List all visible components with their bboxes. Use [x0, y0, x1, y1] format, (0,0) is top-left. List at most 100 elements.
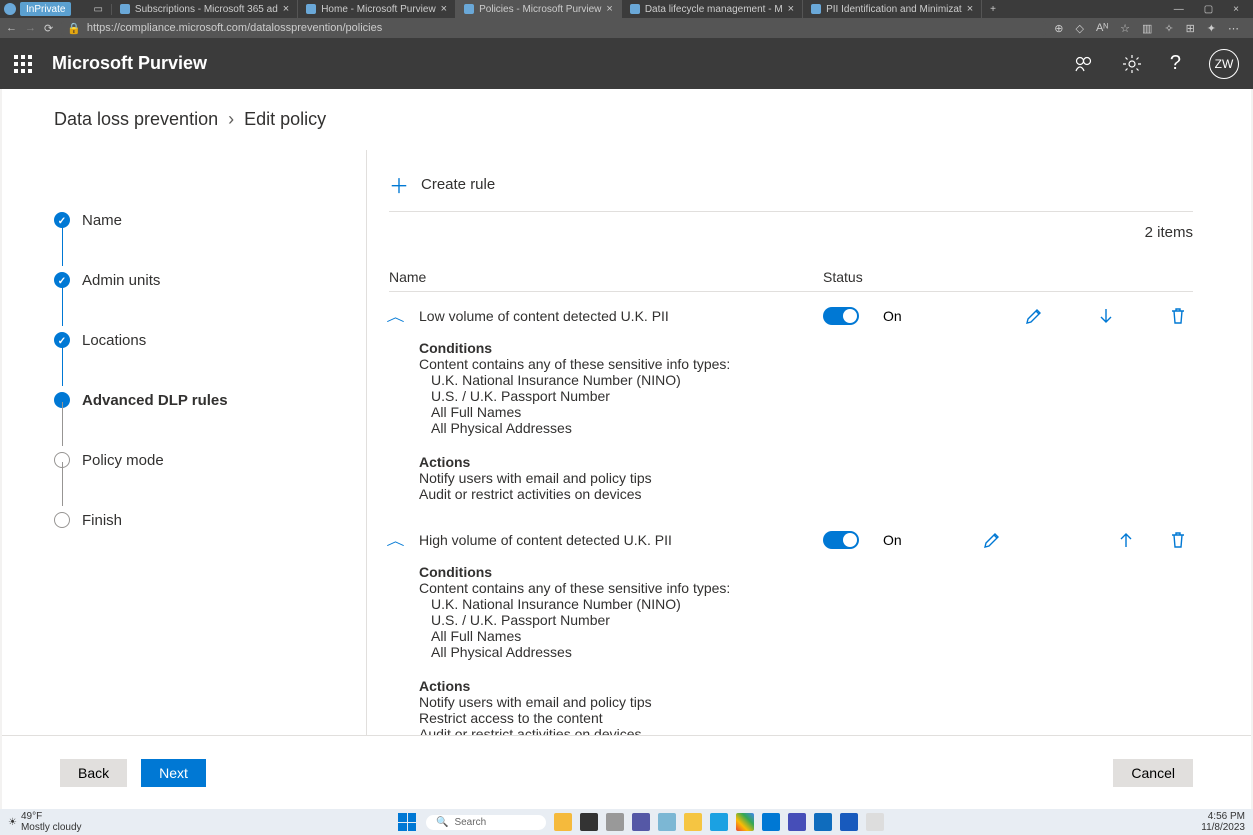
browser-chrome: InPrivate ▭ Subscriptions - Microsoft 36…: [0, 0, 1253, 38]
taskbar-app-icon[interactable]: [554, 813, 572, 831]
status-toggle[interactable]: [823, 307, 859, 325]
step-label: Name: [82, 212, 122, 229]
condition-item: All Full Names: [419, 628, 1193, 644]
cancel-button[interactable]: Cancel: [1113, 759, 1193, 787]
taskbar-search[interactable]: 🔍 Search: [426, 815, 546, 830]
taskbar-app-icon[interactable]: [658, 813, 676, 831]
start-icon[interactable]: [398, 813, 416, 831]
browser-tab-1[interactable]: Home - Microsoft Purview×: [298, 0, 456, 18]
weather-icon: ☀: [8, 817, 17, 828]
taskbar-app-icon[interactable]: [684, 813, 702, 831]
refresh-icon[interactable]: ⟳: [44, 22, 53, 35]
action-item: Restrict access to the content: [419, 710, 1193, 726]
next-button[interactable]: Next: [141, 759, 206, 787]
app-launcher-icon[interactable]: [14, 55, 32, 73]
tab-actions-icon[interactable]: ▭: [85, 4, 111, 15]
edit-icon[interactable]: [983, 531, 1001, 549]
item-count-label: 2 items: [389, 212, 1193, 263]
actions-heading: Actions: [419, 454, 1193, 470]
step-admin-units[interactable]: Admin units: [54, 250, 366, 310]
breadcrumb-root[interactable]: Data loss prevention: [54, 109, 218, 130]
avatar[interactable]: ZW: [1209, 49, 1239, 79]
taskbar-app-icon[interactable]: [814, 813, 832, 831]
settings-icon[interactable]: [1122, 54, 1142, 74]
condition-item: All Physical Addresses: [419, 420, 1193, 436]
rule-name[interactable]: High volume of content detected U.K. PII: [419, 532, 823, 548]
close-icon[interactable]: ×: [441, 3, 447, 15]
taskbar-app-icon[interactable]: [710, 813, 728, 831]
split-icon[interactable]: ▥: [1142, 22, 1152, 35]
column-header-status[interactable]: Status: [823, 269, 983, 285]
taskbar-app-icon[interactable]: [632, 813, 650, 831]
move-up-icon[interactable]: [1117, 531, 1135, 549]
avatar-icon: [4, 3, 16, 15]
windows-taskbar[interactable]: ☀ 49°F Mostly cloudy 🔍 Search 4:56 PM 11…: [0, 809, 1253, 835]
search-icon: 🔍: [436, 817, 448, 828]
browser-tab-2[interactable]: Policies - Microsoft Purview×: [456, 0, 622, 18]
step-name[interactable]: Name: [54, 190, 366, 250]
step-locations[interactable]: Locations: [54, 310, 366, 370]
zoom-icon[interactable]: ⊕: [1054, 22, 1063, 35]
conditions-intro: Content contains any of these sensitive …: [419, 580, 1193, 596]
step-finish[interactable]: Finish: [54, 490, 366, 550]
browser-tab-0[interactable]: Subscriptions - Microsoft 365 ad×: [112, 0, 298, 18]
footer-bar: Back Next Cancel: [2, 735, 1251, 809]
taskbar-app-icon[interactable]: [866, 813, 884, 831]
taskbar-app-icon[interactable]: [606, 813, 624, 831]
close-icon[interactable]: ×: [967, 3, 973, 15]
feedback-icon[interactable]: [1074, 54, 1094, 74]
weather-widget[interactable]: ☀ 49°F Mostly cloudy: [8, 811, 398, 833]
taskbar-app-icon[interactable]: [840, 813, 858, 831]
action-item: Notify users with email and policy tips: [419, 470, 1193, 486]
rule-details: Conditions Content contains any of these…: [389, 550, 1193, 735]
scrollbar[interactable]: [1241, 295, 1251, 735]
taskbar-app-icon[interactable]: [736, 813, 754, 831]
taskbar-app-icon[interactable]: [580, 813, 598, 831]
window-maximize-icon[interactable]: ▢: [1194, 4, 1223, 15]
window-minimize-icon[interactable]: —: [1164, 4, 1194, 15]
conditions-heading: Conditions: [419, 564, 1193, 580]
actions-heading: Actions: [419, 678, 1193, 694]
shopping-icon[interactable]: ◇: [1076, 22, 1084, 35]
step-advanced-dlp-rules[interactable]: Advanced DLP rules: [54, 370, 366, 430]
taskbar-app-icon[interactable]: [788, 813, 806, 831]
favorites-bar-icon[interactable]: ✧: [1164, 22, 1173, 35]
read-aloud-icon[interactable]: Aᴺ: [1096, 22, 1108, 35]
address-input[interactable]: 🔒 https://compliance.microsoft.com/datal…: [61, 21, 1046, 36]
status-toggle[interactable]: [823, 531, 859, 549]
close-icon[interactable]: ×: [788, 3, 794, 15]
chevron-up-icon[interactable]: ︿: [386, 306, 404, 325]
plus-icon: ＋: [389, 170, 409, 199]
taskbar-pinned-apps: [554, 813, 884, 831]
condition-item: U.K. National Insurance Number (NINO): [419, 596, 1193, 612]
more-icon[interactable]: ⋯: [1228, 22, 1239, 35]
delete-icon[interactable]: [1169, 307, 1187, 325]
extensions-icon[interactable]: ✦: [1207, 22, 1216, 35]
back-button[interactable]: Back: [60, 759, 127, 787]
new-tab-button[interactable]: +: [982, 4, 1004, 15]
column-header-name[interactable]: Name: [389, 269, 823, 285]
edit-icon[interactable]: [1025, 307, 1043, 325]
condition-item: U.S. / U.K. Passport Number: [419, 612, 1193, 628]
delete-icon[interactable]: [1169, 531, 1187, 549]
step-policy-mode[interactable]: Policy mode: [54, 430, 366, 490]
move-down-icon[interactable]: [1097, 307, 1115, 325]
close-icon[interactable]: ×: [606, 3, 612, 15]
create-rule-button[interactable]: ＋ Create rule: [389, 166, 1193, 203]
chevron-up-icon[interactable]: ︿: [386, 530, 404, 549]
close-icon[interactable]: ×: [283, 3, 289, 15]
system-clock[interactable]: 4:56 PM 11/8/2023: [1201, 811, 1245, 833]
conditions-heading: Conditions: [419, 340, 1193, 356]
back-icon[interactable]: ←: [6, 22, 17, 34]
browser-tab-4[interactable]: PII Identification and Minimizat×: [803, 0, 982, 18]
favorite-icon[interactable]: ☆: [1120, 22, 1130, 35]
condition-item: All Physical Addresses: [419, 644, 1193, 660]
help-icon[interactable]: ?: [1170, 52, 1181, 75]
rule-name[interactable]: Low volume of content detected U.K. PII: [419, 308, 823, 324]
collections-icon[interactable]: ⊞: [1186, 22, 1195, 35]
window-close-icon[interactable]: ×: [1223, 4, 1249, 15]
site-icon: [630, 4, 640, 14]
taskbar-app-icon[interactable]: [762, 813, 780, 831]
purview-header: Microsoft Purview ? ZW: [0, 38, 1253, 89]
browser-tab-3[interactable]: Data lifecycle management - M×: [622, 0, 803, 18]
